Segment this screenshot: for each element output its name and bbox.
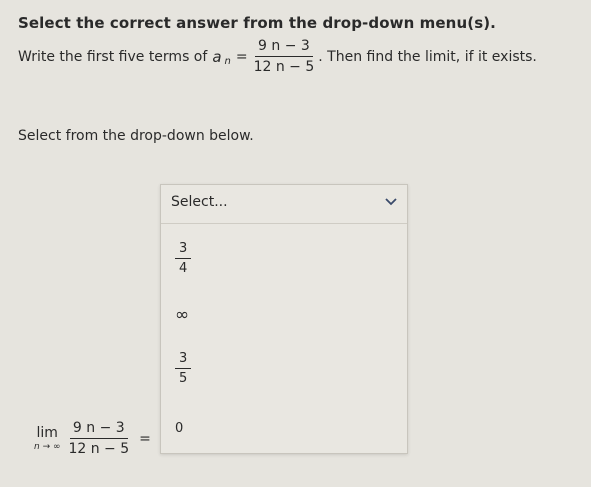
dropdown-option-zero[interactable]: 0	[175, 421, 183, 436]
dropdown-header[interactable]: Select...	[161, 185, 407, 224]
limit-denominator: 12 n − 5	[68, 441, 130, 457]
limit-operator: lim n → ∞	[34, 425, 60, 452]
question-text: Write the first five terms of a n = 9 n …	[18, 38, 537, 75]
dropdown-option-3-4[interactable]: 3 4	[175, 241, 192, 276]
question-after: . Then find the limit, if it exists.	[318, 48, 537, 65]
limit-numerator: 9 n − 3	[69, 420, 128, 439]
option-fraction: 3 5	[175, 351, 192, 386]
instruction-text: Select from the drop-down below.	[18, 128, 254, 144]
answer-dropdown[interactable]: Select... 3 4 ∞ 3 5 0	[160, 184, 408, 454]
sequence-fraction: 9 n − 3 12 n − 5	[254, 38, 315, 75]
option-fraction: 3 4	[175, 241, 192, 276]
sequence-subscript: n	[224, 56, 231, 67]
question-before: Write the first five terms of	[18, 48, 208, 65]
fraction-numerator: 9 n − 3	[255, 38, 313, 57]
limit-expression: lim n → ∞ 9 n − 3 12 n − 5 =	[34, 420, 151, 457]
dropdown-selected-value: Select...	[171, 194, 228, 210]
limit-subscript: n → ∞	[34, 442, 61, 452]
limit-word: lim	[36, 425, 58, 441]
equals-sign: =	[235, 48, 248, 65]
page-title: Select the correct answer from the drop-…	[18, 14, 496, 32]
limit-fraction: 9 n − 3 12 n − 5	[68, 420, 129, 457]
sequence-variable: a	[212, 47, 222, 66]
fraction-denominator: 12 n − 5	[253, 59, 315, 75]
limit-equals-sign: =	[139, 430, 151, 447]
dropdown-option-3-5[interactable]: 3 5	[175, 351, 192, 386]
option-numerator: 3	[175, 351, 192, 369]
chevron-down-icon	[385, 198, 397, 206]
option-denominator: 5	[179, 371, 188, 386]
option-numerator: 3	[175, 241, 192, 259]
dropdown-option-infinity[interactable]: ∞	[175, 305, 189, 325]
option-denominator: 4	[179, 261, 188, 276]
